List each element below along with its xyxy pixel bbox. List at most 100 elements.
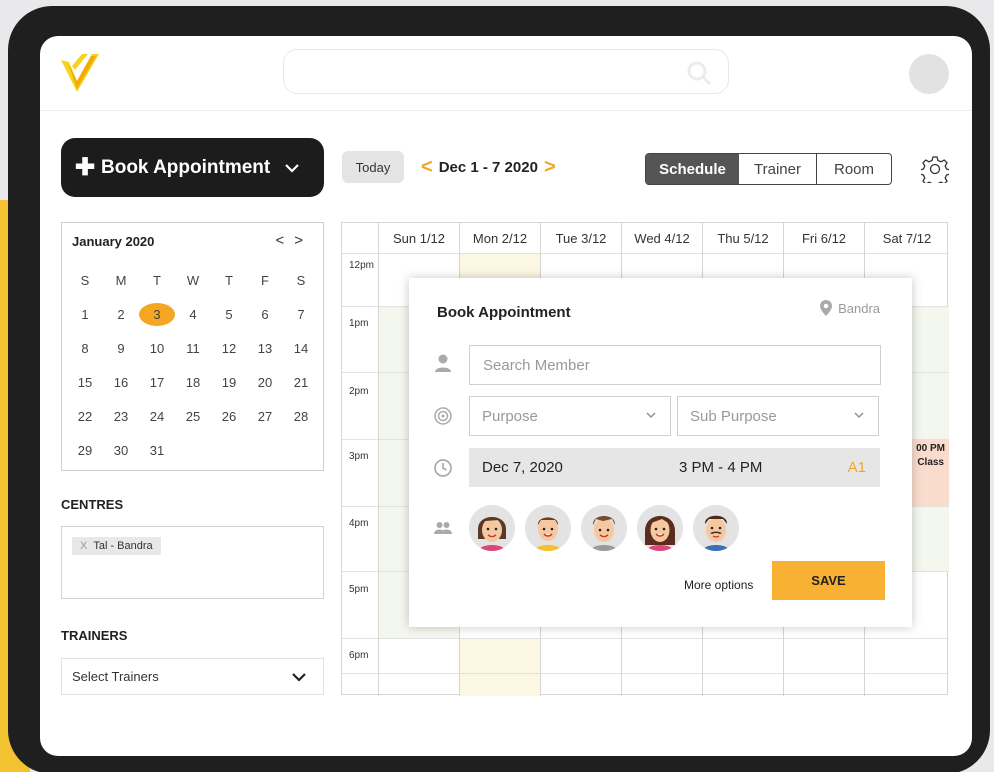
search-icon[interactable] (686, 60, 712, 86)
today-button[interactable]: Today (342, 151, 404, 183)
gear-icon[interactable] (921, 155, 949, 183)
day-cell[interactable]: 8 (67, 341, 103, 356)
day-cell[interactable]: 20 (247, 375, 283, 390)
purpose-placeholder: Purpose (482, 407, 538, 425)
chevron-down-icon (854, 412, 864, 418)
day-cell[interactable]: 14 (283, 341, 319, 356)
day-header[interactable]: Mon 2/12 (459, 223, 540, 253)
day-header[interactable]: Sun 1/12 (378, 223, 459, 253)
plus-icon: ✚ (75, 153, 96, 181)
weekday-label: S (80, 272, 90, 288)
day-cell[interactable]: 22 (67, 409, 103, 424)
day-header[interactable]: Tue 3/12 (540, 223, 621, 253)
purpose-select[interactable]: Purpose (469, 396, 671, 436)
day-cell[interactable]: 17 (139, 375, 175, 390)
prev-week-arrow[interactable]: < (415, 156, 439, 179)
week-row: 29 30 31 (67, 433, 319, 467)
day-cell[interactable]: 24 (139, 409, 175, 424)
day-cell[interactable]: 15 (67, 375, 103, 390)
week-row: 22 23 24 25 26 27 28 (67, 399, 319, 433)
time-label: 6pm (349, 650, 369, 661)
avatar[interactable] (909, 54, 949, 94)
book-appointment-label: Book Appointment (101, 156, 271, 178)
day-cell[interactable]: 9 (103, 341, 139, 356)
day-cell[interactable]: 5 (211, 307, 247, 322)
sub-purpose-select[interactable]: Sub Purpose (677, 396, 879, 436)
search-member-input[interactable]: Search Member (469, 345, 881, 385)
tab-room[interactable]: Room (817, 154, 891, 184)
location-text: Bandra (838, 300, 880, 316)
room-code: A1 (847, 459, 866, 476)
day-cell[interactable]: 16 (103, 375, 139, 390)
mini-calendar-prev[interactable]: < (275, 232, 294, 249)
day-cell[interactable]: 7 (283, 307, 319, 322)
day-cell[interactable]: 18 (175, 375, 211, 390)
location-pin-icon (820, 300, 833, 316)
v-logo-icon[interactable] (58, 50, 102, 96)
day-cell[interactable]: 4 (175, 307, 211, 322)
today-column-shade (459, 638, 540, 696)
weekday-label: T (225, 272, 233, 288)
day-header[interactable]: Thu 5/12 (702, 223, 783, 253)
tab-schedule[interactable]: Schedule (646, 154, 739, 184)
day-cell[interactable]: 11 (175, 341, 211, 356)
avatar[interactable] (637, 505, 683, 551)
trainers-placeholder: Select Trainers (72, 669, 159, 684)
day-cell[interactable]: 26 (211, 409, 247, 424)
mini-calendar-grid: S M T W T F S 1 2 3 4 5 6 7 8 9 10 11 12… (67, 263, 319, 467)
day-cell[interactable]: 29 (67, 443, 103, 458)
chevron-down-icon (646, 412, 656, 418)
date-time-row[interactable]: Dec 7, 2020 3 PM - 4 PM A1 (469, 448, 880, 487)
day-cell-selected[interactable]: 3 (139, 302, 175, 326)
trainers-select[interactable]: Select Trainers (61, 658, 324, 695)
sub-purpose-placeholder: Sub Purpose (690, 407, 777, 425)
day-cell[interactable]: 19 (211, 375, 247, 390)
grid-line (342, 673, 949, 674)
day-cell[interactable]: 1 (67, 307, 103, 322)
mini-calendar-next[interactable]: > (294, 232, 313, 249)
chevron-down-icon (292, 673, 306, 682)
participant-avatars (469, 505, 749, 551)
book-appointment-button[interactable]: ✚ Book Appointment (61, 138, 324, 197)
day-header[interactable]: Wed 4/12 (621, 223, 702, 253)
day-header[interactable]: Sat 7/12 (864, 223, 949, 253)
day-cell[interactable]: 21 (283, 375, 319, 390)
day-cell[interactable]: 25 (175, 409, 211, 424)
day-cell[interactable]: 13 (247, 341, 283, 356)
calendar-event[interactable]: 00 PM Class (912, 439, 949, 506)
day-cell[interactable]: 31 (139, 443, 175, 458)
day-cell[interactable]: 10 (139, 341, 175, 356)
day-cell[interactable]: 27 (247, 409, 283, 424)
day-cell[interactable]: 6 (247, 307, 283, 322)
avatar[interactable] (525, 505, 571, 551)
book-appointment-modal: Book Appointment Bandra Search Member Pu… (409, 278, 912, 627)
save-button[interactable]: SAVE (772, 561, 885, 600)
centres-field[interactable]: X Tal - Bandra (61, 526, 324, 599)
day-cell[interactable]: 2 (103, 307, 139, 322)
day-cell[interactable]: 28 (283, 409, 319, 424)
time-label: 4pm (349, 518, 369, 529)
mini-calendar-nav: <> (275, 232, 313, 249)
day-cell[interactable]: 23 (103, 409, 139, 424)
avatar[interactable] (469, 505, 515, 551)
weekday-row: S M T W T F S (67, 263, 319, 297)
more-options-link[interactable]: More options (684, 578, 753, 592)
next-week-arrow[interactable]: > (538, 156, 562, 179)
mini-calendar: January 2020 <> S M T W T F S 1 2 3 4 5 … (61, 222, 324, 471)
week-row: 15 16 17 18 19 20 21 (67, 365, 319, 399)
time-label: 5pm (349, 584, 369, 595)
tab-trainer[interactable]: Trainer (739, 154, 817, 184)
chip-remove-icon[interactable]: X (80, 540, 87, 552)
grid-line (342, 638, 949, 639)
centres-label: CENTRES (61, 497, 124, 512)
avatar[interactable] (693, 505, 739, 551)
day-header[interactable]: Fri 6/12 (783, 223, 864, 253)
weekday-label: F (261, 272, 269, 288)
day-cell[interactable]: 12 (211, 341, 247, 356)
selected-day[interactable]: 3 (139, 302, 175, 326)
search-input[interactable] (283, 49, 729, 94)
day-cell[interactable]: 30 (103, 443, 139, 458)
user-icon (435, 354, 451, 372)
centre-chip[interactable]: X Tal - Bandra (72, 537, 161, 555)
avatar[interactable] (581, 505, 627, 551)
